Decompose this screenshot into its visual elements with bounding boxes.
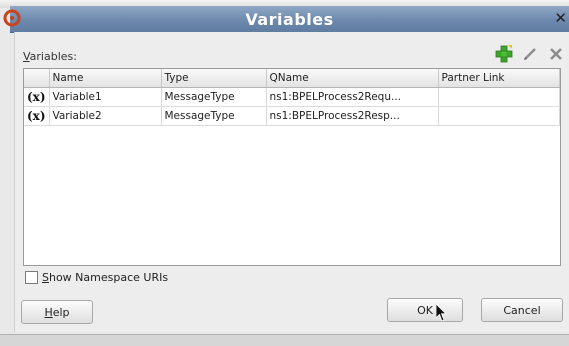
variables-toolbar <box>494 43 566 65</box>
close-icon[interactable]: ✕ <box>554 9 567 27</box>
column-header-name[interactable]: Name <box>49 69 162 88</box>
show-namespace-text: how Namespace URIs <box>48 271 169 284</box>
mouse-pointer-icon <box>436 304 447 322</box>
help-accel: H <box>44 305 53 319</box>
variables-table[interactable]: Name Type QName Partner Link (x) Variabl… <box>23 68 561 266</box>
variable-icon-cell: (x) <box>24 106 50 126</box>
window-title: Variables <box>245 10 334 29</box>
show-namespace-label: Show Namespace URIs <box>42 271 168 284</box>
variable-name-cell[interactable]: Variable1 <box>49 87 162 107</box>
column-header-partner-link[interactable]: Partner Link <box>438 69 560 88</box>
variable-icon: (x) <box>26 90 46 104</box>
variable-qname-cell[interactable]: ns1:BPELProcess2Resp... <box>266 106 439 126</box>
pencil-icon <box>524 48 536 60</box>
cancel-button[interactable]: Cancel <box>481 298 563 322</box>
variables-label-text: ariables: <box>29 50 77 63</box>
column-header-icon[interactable] <box>24 69 50 88</box>
table-header-row: Name Type QName Partner Link <box>24 69 560 88</box>
table-row[interactable]: (x) Variable1 MessageType ns1:BPELProces… <box>24 87 560 107</box>
variable-partner-link-cell[interactable] <box>438 106 560 126</box>
variable-icon: (x) <box>26 109 46 123</box>
variable-type-cell[interactable]: MessageType <box>161 87 267 107</box>
column-header-type[interactable]: Type <box>161 69 267 88</box>
variable-qname-cell[interactable]: ns1:BPELProcess2Requ... <box>266 87 439 107</box>
variable-type-cell[interactable]: MessageType <box>161 106 267 126</box>
help-button[interactable]: Help <box>21 300 93 324</box>
background-status-bar <box>0 334 569 346</box>
column-header-qname[interactable]: QName <box>266 69 439 88</box>
title-bar[interactable]: Variables ✕ <box>3 6 569 33</box>
variable-icon-cell: (x) <box>24 87 50 107</box>
variables-label-accel: V <box>23 50 30 63</box>
help-label: elp <box>52 305 70 319</box>
variable-name-cell[interactable]: Variable2 <box>49 106 162 126</box>
add-icon <box>495 45 513 63</box>
ok-button[interactable]: OK <box>387 298 463 322</box>
edit-variable-button[interactable] <box>520 44 540 64</box>
show-namespace-option[interactable]: Show Namespace URIs <box>25 271 168 284</box>
show-namespace-accel: S <box>42 271 49 284</box>
show-namespace-checkbox[interactable] <box>25 271 38 284</box>
variables-label: Variables: <box>23 50 77 63</box>
variables-dialog: Variables: Name Type QName Partner Link … <box>14 32 569 332</box>
add-variable-button[interactable] <box>494 44 514 64</box>
variable-partner-link-cell[interactable] <box>438 87 560 107</box>
delete-variable-button[interactable] <box>546 44 566 64</box>
table-row[interactable]: (x) Variable2 MessageType ns1:BPELProces… <box>24 106 560 126</box>
delete-icon <box>550 48 562 60</box>
